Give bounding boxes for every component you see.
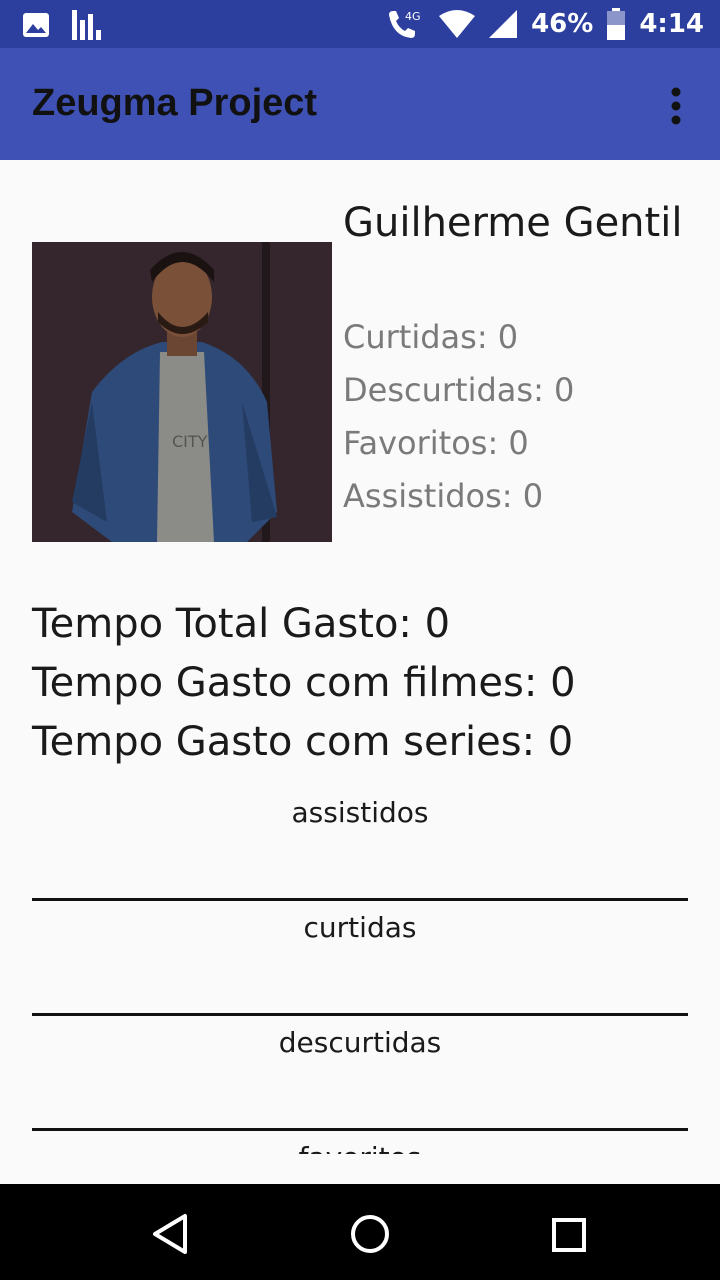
network-label: 4G	[405, 10, 421, 23]
signal-bars-icon	[72, 10, 101, 40]
home-icon[interactable]	[340, 1204, 400, 1264]
phone-call-icon: 4G	[389, 10, 421, 38]
tab-list: assistidos curtidas descurtidas favorito…	[32, 786, 688, 1154]
back-icon[interactable]	[140, 1204, 200, 1264]
battery-icon	[607, 8, 626, 40]
status-bar: 4G 46% 4:14	[0, 0, 720, 48]
tab-assistidos[interactable]: assistidos	[32, 786, 688, 901]
nav-bar	[0, 1184, 720, 1280]
stats-list: Curtidas: 0 Descurtidas: 0 Favoritos: 0 …	[343, 315, 574, 527]
image-icon	[23, 13, 49, 37]
tab-curtidas[interactable]: curtidas	[32, 901, 688, 1016]
tab-label: favoritos	[32, 1141, 688, 1154]
more-vert-icon[interactable]	[660, 86, 692, 126]
app-bar: Zeugma Project	[0, 48, 720, 160]
app-title: Zeugma Project	[32, 82, 318, 124]
stat-assistidos: Assistidos: 0	[343, 477, 544, 515]
svg-text:CITY: CITY	[172, 432, 208, 451]
recents-icon[interactable]	[538, 1204, 598, 1264]
time-total: Tempo Total Gasto: 0	[32, 601, 451, 647]
tab-favoritos[interactable]: favoritos	[32, 1131, 688, 1154]
cell-signal-icon	[489, 10, 518, 38]
stat-favoritos: Favoritos: 0	[343, 424, 529, 462]
time-series: Tempo Gasto com series: 0	[32, 719, 574, 765]
tab-label: assistidos	[291, 796, 429, 829]
clock: 4:14	[639, 9, 704, 39]
time-movies: Tempo Gasto com filmes: 0	[32, 660, 576, 706]
time-spent: Tempo Total Gasto: 0 Tempo Gasto com fil…	[32, 595, 576, 772]
wifi-icon	[439, 10, 476, 38]
battery-percent: 46%	[531, 9, 594, 39]
avatar: CITY	[32, 242, 332, 542]
stat-curtidas: Curtidas: 0	[343, 318, 519, 356]
tab-label: descurtidas	[278, 1026, 442, 1059]
tab-descurtidas[interactable]: descurtidas	[32, 1016, 688, 1131]
tab-label: curtidas	[303, 911, 417, 944]
stat-descurtidas: Descurtidas: 0	[343, 371, 575, 409]
user-name: Guilherme Gentil	[343, 200, 683, 246]
